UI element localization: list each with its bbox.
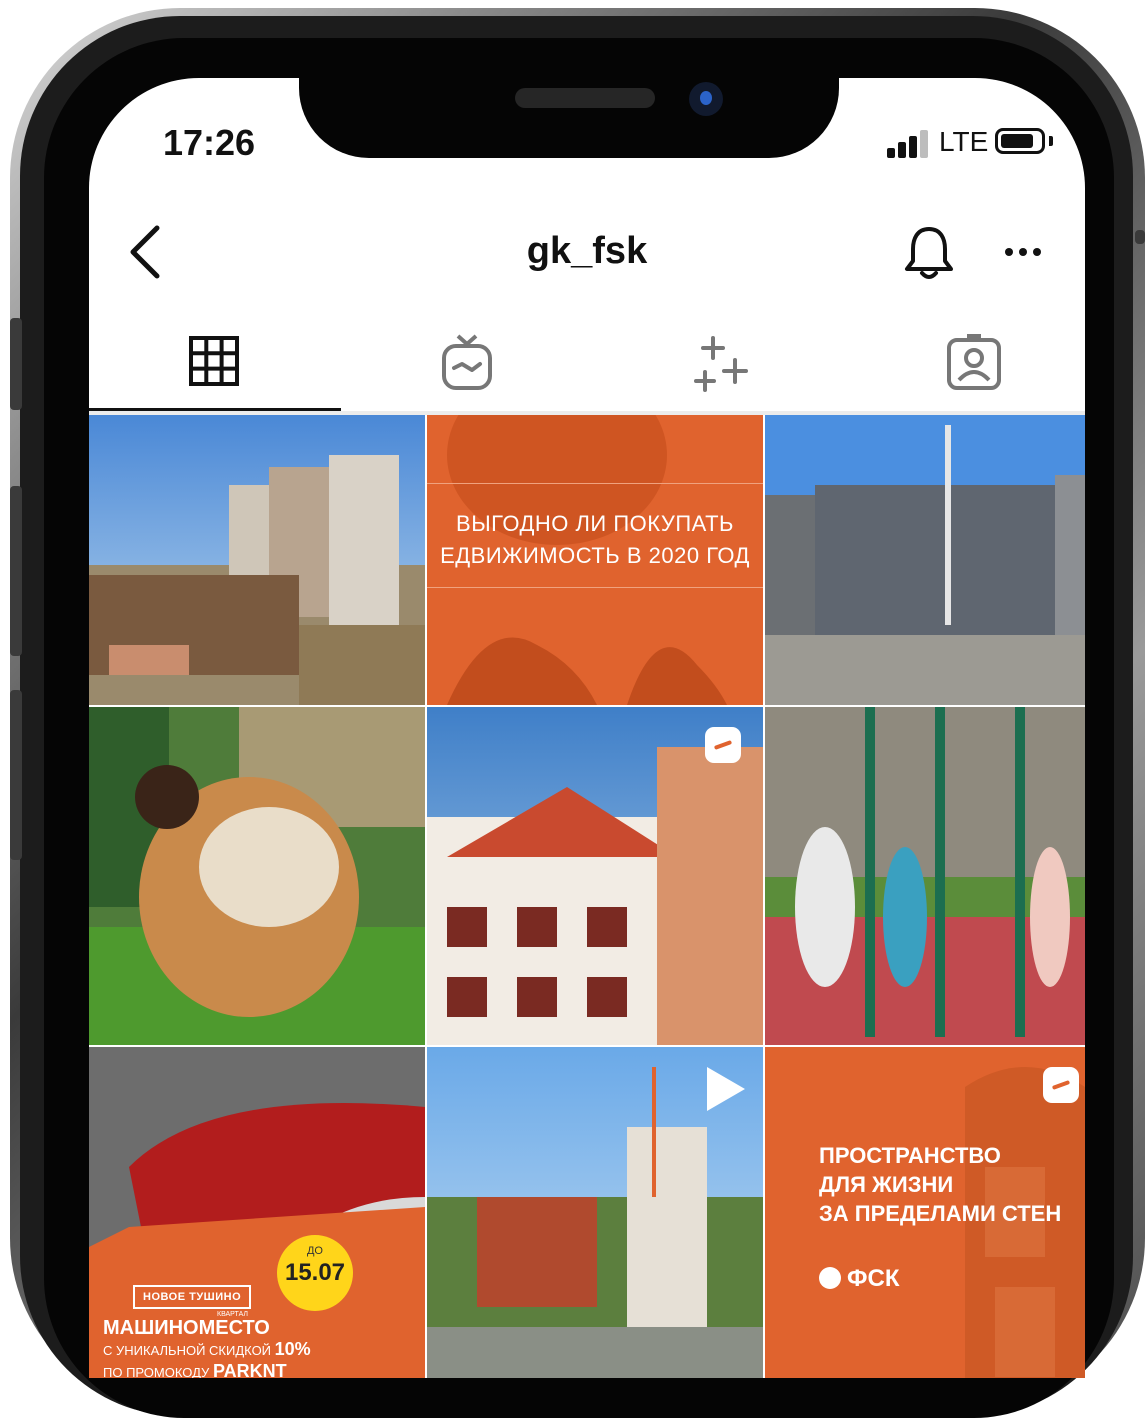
profile-tabs	[89, 328, 1085, 408]
post-tile[interactable]	[765, 707, 1085, 1045]
promo-headline: МАШИНОМЕСТО	[103, 1317, 270, 1339]
promo-tag: НОВОЕ ТУШИНО	[133, 1285, 252, 1309]
post-tile[interactable]: НОВОЕ ТУШИНО КВАРТАЛ ДО 15.07 МАШИНОМЕСТ…	[89, 1047, 425, 1378]
bulldog-photo-image	[89, 707, 425, 1045]
post-tile[interactable]	[89, 415, 425, 705]
front-camera	[689, 82, 723, 116]
tab-guides[interactable]	[593, 328, 842, 408]
posts-grid: ВЫГОДНО ЛИ ПОКУПАТЬ ЕДВИЖИМОСТЬ В 2020 Г…	[89, 415, 1085, 1378]
grid-icon	[189, 336, 239, 386]
tagged-user-icon	[947, 334, 1001, 390]
status-time: 17:26	[163, 122, 256, 163]
more-icon	[1005, 248, 1041, 256]
post-tile[interactable]	[765, 415, 1085, 705]
silent-switch	[10, 318, 22, 410]
promo-date: 15.07	[284, 1259, 346, 1286]
post-tile[interactable]	[427, 707, 763, 1045]
battery-tip	[1049, 136, 1053, 146]
sparkles-icon	[694, 336, 748, 392]
post-tile[interactable]: ПРОСТРАНСТВО ДЛЯ ЖИЗНИ ЗА ПРЕДЕЛАМИ СТЕН…	[765, 1047, 1085, 1378]
post-caption-line2: ЕДВИЖИМОСТЬ В 2020 ГОД	[440, 543, 750, 568]
network-type: LTE	[939, 126, 989, 157]
post-tile[interactable]	[89, 707, 425, 1045]
igtv-badge-icon	[705, 727, 741, 763]
building-under-construction-image	[765, 415, 1085, 705]
video-play-icon	[707, 1067, 745, 1111]
post-caption-line1: ВЫГОДНО ЛИ ПОКУПАТЬ	[456, 511, 734, 536]
notch	[299, 78, 839, 158]
promo-code-line: ПО ПРОМОКОДУ PARKNT	[103, 1361, 287, 1378]
bell-icon	[905, 227, 953, 279]
fsk-logo: ФСК	[819, 1265, 899, 1293]
notifications-button[interactable]	[901, 223, 957, 283]
side-button-edge	[1135, 230, 1145, 244]
post-tile[interactable]	[427, 1047, 763, 1378]
volume-up-button	[10, 486, 22, 656]
post-headline: ПРОСТРАНСТВО ДЛЯ ЖИЗНИ ЗА ПРЕДЕЛАМИ СТЕН	[819, 1143, 1062, 1226]
tab-igtv[interactable]	[342, 328, 591, 408]
phone-screen: 17:26 LTE gk_fsk ВЫГОДНО ЛИ ПОКУПАТЬ ЕДВ…	[89, 78, 1085, 1378]
workout-playground-image	[765, 707, 1085, 1045]
post-tile[interactable]: ВЫГОДНО ЛИ ПОКУПАТЬ ЕДВИЖИМОСТЬ В 2020 Г…	[427, 415, 763, 705]
construction-aerial-image	[89, 415, 425, 705]
igtv-icon	[442, 334, 492, 390]
earpiece-speaker	[515, 88, 655, 108]
signal-icon	[887, 128, 933, 158]
promo-date-prefix: ДО	[306, 1245, 323, 1257]
igtv-badge-icon	[1043, 1067, 1079, 1103]
promo-discount-line: С УНИКАЛЬНОЙ СКИДКОЙ 10%	[103, 1339, 311, 1359]
promo-date-circle: ДО 15.07	[277, 1235, 353, 1311]
more-options-button[interactable]	[1001, 242, 1053, 262]
tab-tagged[interactable]	[847, 328, 1085, 408]
tab-grid[interactable]	[89, 328, 338, 408]
volume-down-button	[10, 690, 22, 860]
battery-icon	[995, 128, 1045, 154]
